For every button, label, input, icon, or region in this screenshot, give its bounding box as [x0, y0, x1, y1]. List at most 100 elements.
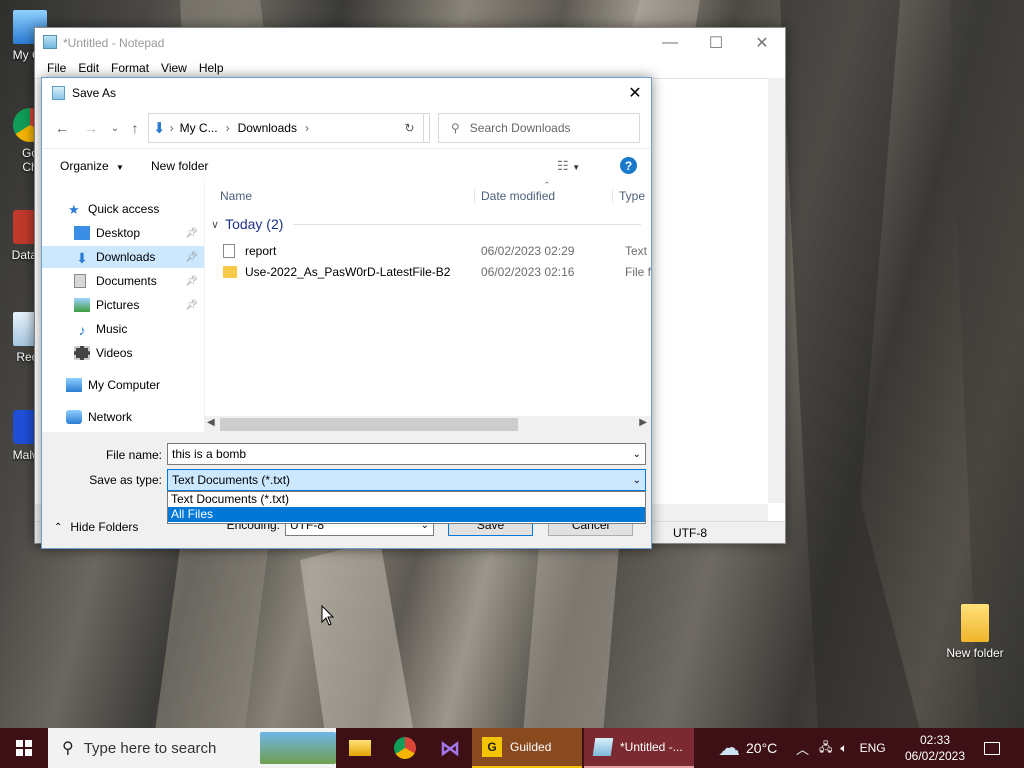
taskbar-notepad[interactable]: *Untitled -... [584, 728, 694, 768]
scroll-left-arrow-icon[interactable]: ◀ [207, 417, 215, 428]
chevron-down-icon[interactable]: ⌄ [633, 449, 641, 460]
status-encoding: UTF-8 [673, 526, 707, 540]
nav-downloads[interactable]: ⬇ Downloads 📌︎ [42, 246, 204, 268]
taskbar-search-box[interactable]: ⚲ Type here to search [48, 728, 336, 768]
nav-documents[interactable]: Documents 📌︎ [42, 270, 204, 292]
speaker-icon[interactable]: 🔈︎ [840, 741, 847, 756]
windows-logo-icon [16, 740, 32, 756]
refresh-button[interactable]: ↻ [396, 113, 424, 143]
menu-help[interactable]: Help [193, 58, 230, 78]
taskbar-file-explorer[interactable] [340, 728, 380, 768]
menu-file[interactable]: File [41, 58, 72, 78]
taskbar-app-label: *Untitled -... [620, 740, 683, 754]
taskbar-visual-studio[interactable]: ⋈ [430, 728, 470, 768]
pin-icon: 📌︎ [185, 275, 198, 287]
hide-folders-label: Hide Folders [70, 520, 139, 534]
help-icon[interactable]: ? [620, 157, 637, 174]
file-row[interactable]: report 06/02/2023 02:29 Text D [223, 244, 651, 258]
organize-button[interactable]: Organize ▼ [60, 159, 124, 173]
documents-icon [74, 274, 86, 288]
navigation-pane: ★ Quick access Desktop 📌︎ ⬇ Downloads 📌︎… [42, 182, 204, 432]
scroll-right-arrow-icon[interactable]: ▶ [639, 417, 647, 428]
menu-view[interactable]: View [155, 58, 193, 78]
chevron-up-icon[interactable]: ︿ [796, 739, 809, 758]
forward-arrow-icon[interactable]: → [81, 118, 101, 138]
file-name: Use-2022_As_PasW0rD-LatestFile-B2 [245, 265, 451, 279]
nav-label: Network [88, 410, 133, 424]
search-box[interactable]: ⚲ Search Downloads [438, 113, 640, 143]
minimize-button[interactable]: — [647, 28, 693, 58]
file-name-value: this is a bomb [172, 447, 247, 461]
system-tray: ︿ 🖧︎ 🔈︎ ENG [796, 728, 886, 768]
recent-locations-chevron-icon[interactable]: ⌄ [105, 118, 125, 138]
up-arrow-icon[interactable]: ↑ [125, 118, 145, 138]
film-icon [74, 346, 90, 360]
chevron-up-icon: ⌃ [54, 521, 63, 533]
file-name-input[interactable]: this is a bomb ⌄ [167, 443, 646, 465]
column-header-date-modified[interactable]: Date modified [474, 189, 555, 203]
nav-my-computer[interactable]: My Computer [42, 374, 204, 396]
breadcrumb-downloads[interactable]: Downloads [238, 121, 297, 135]
column-header-name[interactable]: Name [220, 189, 252, 203]
start-button[interactable] [0, 728, 48, 768]
clock-time: 02:33 [919, 733, 951, 747]
hide-folders-toggle[interactable]: ⌃ Hide Folders [54, 520, 138, 534]
file-list-horizontal-scrollbar[interactable]: ◀ ▶ [204, 416, 651, 433]
file-row[interactable]: Use-2022_As_PasW0rD-LatestFile-B2 06/02/… [223, 265, 651, 279]
nav-pictures[interactable]: Pictures 📌︎ [42, 294, 204, 316]
pin-icon: 📌︎ [185, 251, 198, 263]
new-folder-button[interactable]: New folder [151, 159, 208, 173]
taskbar-guilded[interactable]: G Guilded [472, 728, 582, 768]
dialog-close-button[interactable]: ✕ [619, 78, 651, 108]
view-options-icon[interactable]: ☷ ▼ [557, 158, 580, 174]
action-center-button[interactable] [974, 728, 1010, 768]
back-arrow-icon[interactable]: ← [52, 118, 72, 138]
breadcrumb-separator-icon: › [169, 121, 174, 135]
menu-edit[interactable]: Edit [72, 58, 105, 78]
chevron-down-icon: ▼ [116, 162, 124, 172]
nav-label: Videos [96, 346, 133, 360]
nav-music[interactable]: ♪ Music [42, 318, 204, 340]
menu-format[interactable]: Format [105, 58, 155, 78]
type-option-all-files[interactable]: All Files [168, 507, 645, 522]
nav-network[interactable]: Network [42, 406, 204, 428]
pin-icon: 📌︎ [185, 227, 198, 239]
clock[interactable]: 02:33 06/02/2023 [900, 732, 970, 764]
chevron-down-icon[interactable]: ⌄ [633, 475, 641, 486]
breadcrumb-separator-icon: › [225, 121, 230, 135]
file-date: 06/02/2023 02:29 [481, 244, 575, 258]
visual-studio-icon: ⋈ [440, 737, 460, 760]
dialog-titlebar[interactable]: Save As ✕ [42, 78, 651, 108]
type-option-text-documents[interactable]: Text Documents (*.txt) [168, 492, 645, 507]
language-indicator[interactable]: ENG [860, 741, 886, 755]
weather-widget[interactable]: ☁ 20°C [718, 728, 777, 768]
refresh-icon: ↻ [404, 121, 415, 135]
save-as-type-select[interactable]: Text Documents (*.txt) ⌄ [167, 469, 646, 491]
group-header-today[interactable]: ∨ Today (2) [211, 216, 641, 232]
desktop-icon-new-folder[interactable]: New folder [940, 604, 1010, 660]
nav-quick-access[interactable]: ★ Quick access [42, 198, 204, 220]
save-as-type-label: Save as type: [89, 473, 162, 487]
search-icon: ⚲ [451, 121, 460, 135]
nav-label: Documents [96, 274, 157, 288]
downloads-arrow-icon: ⬇ [153, 120, 166, 137]
network-icon[interactable]: 🖧︎ [819, 738, 832, 759]
notepad-vertical-scrollbar[interactable] [768, 78, 785, 503]
clock-date: 06/02/2023 [904, 749, 966, 763]
save-as-type-dropdown: Text Documents (*.txt) All Files [167, 491, 646, 524]
maximize-button[interactable]: ☐ [693, 28, 739, 58]
taskbar-chrome[interactable] [385, 728, 425, 768]
nav-desktop[interactable]: Desktop 📌︎ [42, 222, 204, 244]
notepad-icon [43, 35, 57, 49]
network-icon [66, 410, 82, 424]
notification-icon [984, 741, 1000, 755]
nav-videos[interactable]: Videos [42, 342, 204, 364]
scrollbar-thumb[interactable] [220, 418, 518, 431]
notepad-titlebar[interactable]: *Untitled - Notepad — ☐ ✕ [35, 28, 785, 58]
address-bar[interactable]: ⬇ › My C... › Downloads › ⌄ [148, 113, 430, 143]
column-header-type[interactable]: Type [612, 189, 645, 203]
nav-label: My Computer [88, 378, 161, 392]
close-button[interactable]: ✕ [739, 28, 785, 58]
computer-icon [66, 378, 82, 392]
breadcrumb-my-computer[interactable]: My C... [180, 121, 218, 135]
